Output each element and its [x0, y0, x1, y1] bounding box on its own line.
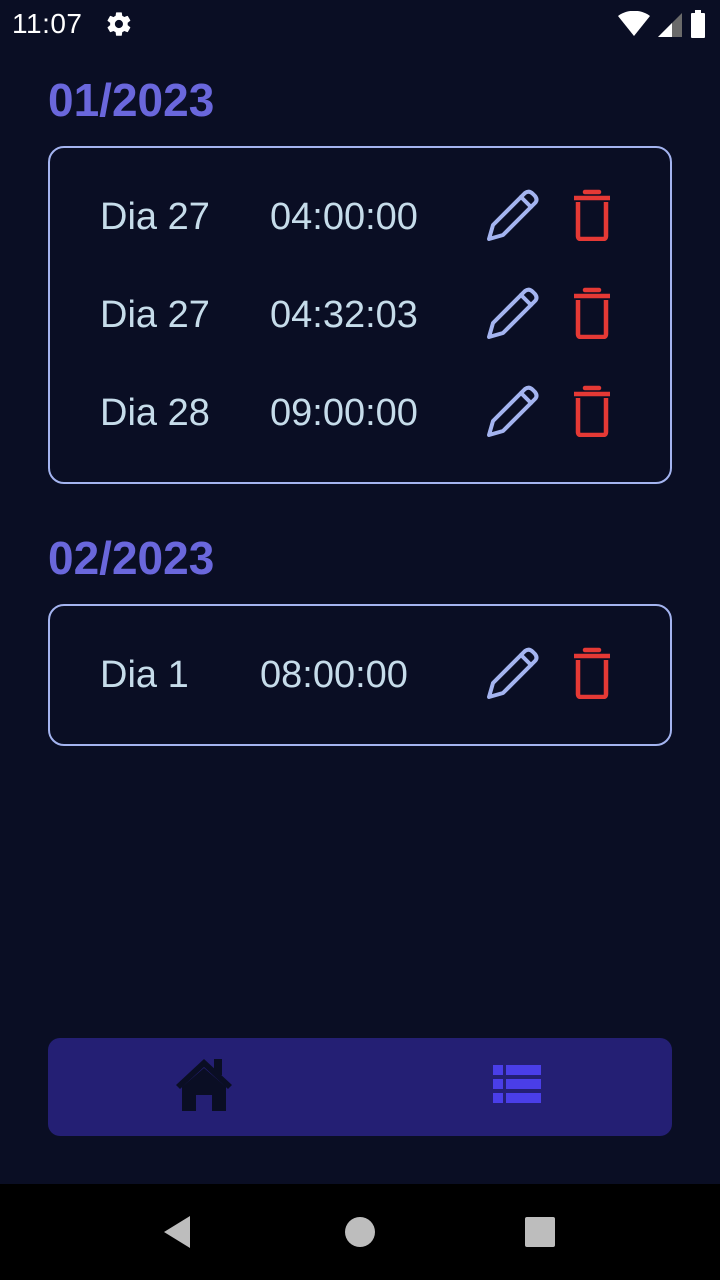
pencil-icon: [481, 383, 541, 448]
month-group: 02/2023 Dia 1 08:00:00: [48, 528, 672, 746]
entry-row: Dia 28 09:00:00: [50, 364, 670, 462]
edit-button[interactable]: [480, 384, 542, 446]
entry-time: 09:00:00: [270, 392, 418, 434]
battery-icon: [690, 10, 706, 43]
entry-day: Dia 28: [100, 392, 210, 434]
pencil-icon: [481, 645, 541, 710]
entries-card: Dia 27 04:00:00 Dia 27 04:32:03 Dia 28 0…: [48, 146, 672, 484]
delete-button[interactable]: [566, 284, 618, 346]
trash-icon: [572, 189, 612, 246]
status-time: 11:07: [12, 8, 83, 39]
trash-icon: [572, 385, 612, 442]
delete-button[interactable]: [566, 644, 618, 706]
entry-row: Dia 1 08:00:00: [50, 626, 670, 724]
tab-home[interactable]: [168, 1054, 240, 1120]
history-list: 01/2023 Dia 27 04:00:00 Dia 27 04:32:03 …: [48, 70, 672, 790]
bottom-tab-bar: [48, 1038, 672, 1136]
status-icons: [618, 10, 706, 43]
recents-button[interactable]: [520, 1212, 560, 1252]
edit-button[interactable]: [480, 286, 542, 348]
home-icon: [172, 1055, 236, 1120]
trash-icon: [572, 647, 612, 704]
back-button[interactable]: [158, 1212, 198, 1252]
system-nav-bar: [0, 1184, 720, 1280]
month-title: 01/2023: [48, 74, 215, 126]
entry-row: Dia 27 04:32:03: [50, 266, 670, 364]
entry-day: Dia 27: [100, 196, 210, 238]
entry-day: Dia 1: [100, 654, 189, 696]
entries-card: Dia 1 08:00:00: [48, 604, 672, 746]
edit-button[interactable]: [480, 188, 542, 250]
gear-icon: [105, 10, 133, 38]
pencil-icon: [481, 187, 541, 252]
entry-day: Dia 27: [100, 294, 210, 336]
edit-button[interactable]: [480, 646, 542, 708]
delete-button[interactable]: [566, 186, 618, 248]
tab-list[interactable]: [478, 1054, 556, 1120]
home-circle-icon: [340, 1217, 380, 1256]
back-icon: [158, 1216, 198, 1256]
list-icon: [493, 1064, 541, 1110]
screen: 11:07 01/2023 Dia 27 04:00:00 Dia 27 04:…: [0, 0, 720, 1280]
home-button[interactable]: [340, 1212, 380, 1252]
recents-icon: [520, 1217, 560, 1256]
entry-time: 08:00:00: [260, 654, 408, 696]
delete-button[interactable]: [566, 382, 618, 444]
cell-signal-icon: [658, 11, 682, 42]
pencil-icon: [481, 285, 541, 350]
entry-time: 04:32:03: [270, 294, 418, 336]
trash-icon: [572, 287, 612, 344]
entry-row: Dia 27 04:00:00: [50, 168, 670, 266]
wifi-icon: [618, 10, 650, 42]
status-bar: 11:07: [0, 0, 720, 48]
month-title: 02/2023: [48, 532, 215, 584]
month-group: 01/2023 Dia 27 04:00:00 Dia 27 04:32:03 …: [48, 70, 672, 484]
entry-time: 04:00:00: [270, 196, 418, 238]
